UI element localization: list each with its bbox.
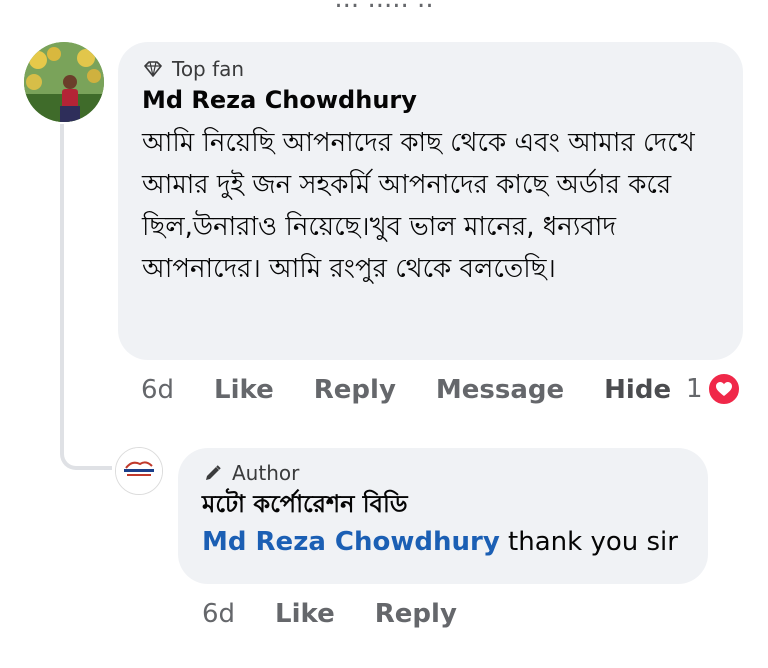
page-avatar[interactable] [115,447,163,495]
reply-text: Md Reza Chowdhury thank you sir [202,522,684,562]
reaction-count: 1 [686,374,703,404]
reply-actions: 6d Like Reply [202,598,457,630]
diamond-icon [142,58,164,80]
reply-button[interactable]: Reply [314,374,396,406]
heart-icon [706,372,741,406]
pencil-icon [202,462,224,484]
reply-timestamp[interactable]: 6d [202,598,235,630]
message-button[interactable]: Message [436,374,564,406]
author-badge: Author [202,460,684,486]
page-logo-image [116,448,162,494]
badge-label: Top fan [172,57,245,81]
like-button[interactable]: Like [214,374,274,406]
reply-button[interactable]: Reply [375,598,457,630]
reply-bubble: Author মটো কর্পোরেশন বিডি Md Reza Chowdh… [178,448,708,584]
reply-author-name[interactable]: মটো কর্পোরেশন বিডি [202,488,684,520]
comment-actions: 6d Like Reply Message Hide [141,374,671,406]
reply-message: thank you sir [499,527,678,557]
comment-author-name[interactable]: Md Reza Chowdhury [142,84,719,116]
comment-bubble: Top fan Md Reza Chowdhury আমি নিয়েছি আপ… [118,42,743,360]
thread-connector-line [60,124,112,470]
cutoff-text: ... ..... .. [0,0,768,14]
top-fan-badge: Top fan [142,56,719,82]
like-button[interactable]: Like [275,598,335,630]
avatar[interactable] [24,42,104,122]
comment-text: আমি নিয়েছি আপনাদের কাছ থেকে এবং আমার দে… [142,128,695,284]
mention-link[interactable]: Md Reza Chowdhury [202,527,500,557]
reaction-summary[interactable]: 1 [686,372,741,406]
badge-label: Author [232,461,300,485]
hide-button[interactable]: Hide [604,374,671,406]
avatar-image [24,42,104,122]
comment-timestamp[interactable]: 6d [141,374,174,406]
